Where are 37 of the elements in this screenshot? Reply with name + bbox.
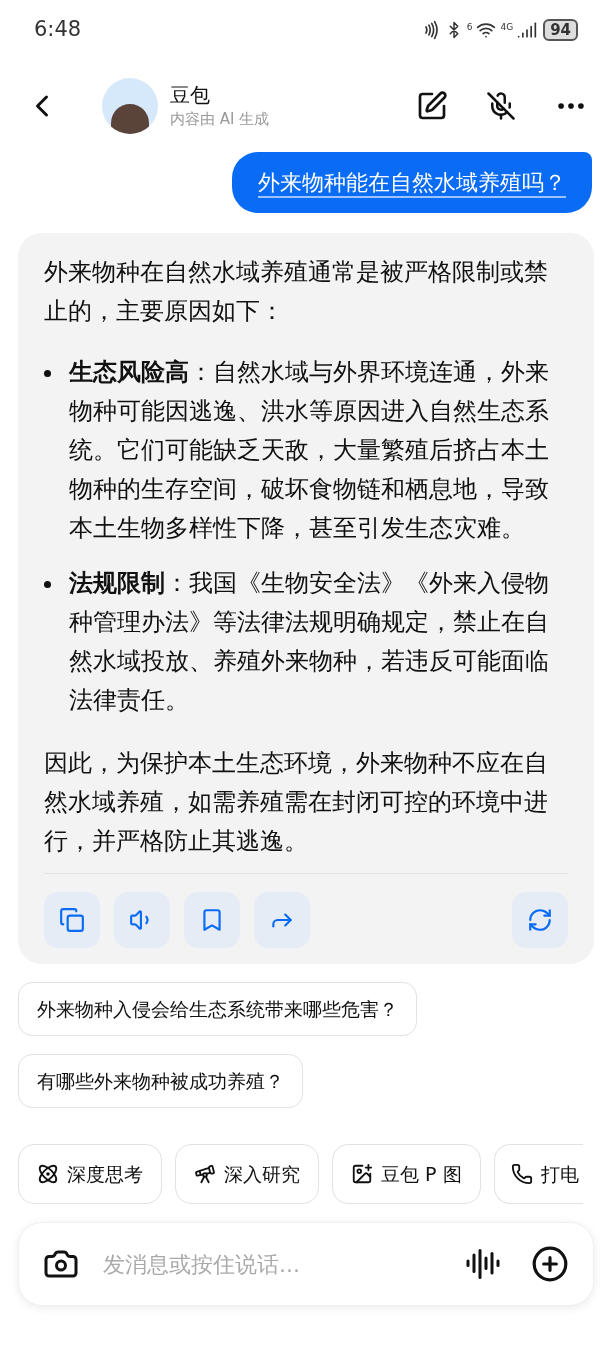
phone-icon — [510, 1163, 533, 1185]
suggestion-chip[interactable]: 外来物种入侵会给生态系统带来哪些危害？ — [18, 982, 417, 1036]
suggestion-chip[interactable]: 有哪些外来物种被成功养殖？ — [18, 1054, 303, 1108]
edit-icon[interactable] — [416, 90, 448, 122]
refresh-icon — [527, 907, 553, 933]
tool-chip[interactable]: 打电 — [493, 1144, 583, 1204]
wifi-generation-label: 6 — [466, 21, 473, 34]
telescope-icon — [194, 1163, 216, 1185]
ai-disclaimer: 内容由 AI 生成 — [170, 108, 270, 130]
avatar — [102, 78, 158, 134]
tool-chip[interactable]: 深入研究 — [175, 1144, 319, 1204]
speaker-button[interactable] — [114, 892, 170, 948]
wifi-icon — [476, 20, 497, 40]
signal-icon — [517, 20, 538, 40]
image-edit-icon — [351, 1163, 373, 1185]
reply-bullet: 法规限制：我国《生物安全法》《外来入侵物种管理办法》等法律法规明确规定，禁止在自然水域投放、养殖外来物种，若违反可能面临法律责任。 — [68, 568, 550, 716]
network-type: 4G — [500, 21, 514, 34]
status-time: 6:48 — [34, 16, 82, 44]
copy-icon — [59, 907, 85, 933]
add-icon[interactable] — [531, 1245, 569, 1283]
voice-icon[interactable] — [465, 1246, 501, 1282]
atom-icon — [37, 1163, 59, 1185]
share-button[interactable] — [254, 892, 310, 948]
tool-chip[interactable]: 豆包 P 图 — [332, 1144, 481, 1204]
reply-bullet: 生态风险高：自然水域与外界环境连通，外来物种可能因逃逸、洪水等原因进入自然生态系统。它们可能缺乏天敌，大量繁殖后挤占本土物种的生存空间，破坏食物链和栖息地，导致本土生物多样性下降，甚至引发生态灾难。 — [67, 357, 550, 544]
battery-level: 94 — [543, 19, 578, 41]
message-input[interactable]: 发消息或按住说话... — [18, 1222, 594, 1306]
copy-button[interactable] — [44, 892, 100, 948]
mute-icon[interactable] — [486, 91, 516, 121]
user-message: 外来物种能在自然水域养殖吗？ — [232, 152, 592, 213]
reply-conclusion: 因此，为保护本土生态环境，外来物种不应在自然水域养殖，如需养殖需在封闭可控的环境中进行，并严格防止其逃逸。 — [44, 748, 549, 857]
tool-chip[interactable]: 深度思考 — [18, 1144, 162, 1204]
bot-name: 豆包 — [170, 81, 211, 108]
bookmark-button[interactable] — [184, 892, 240, 948]
message-field[interactable]: 发消息或按住说话... — [103, 1247, 455, 1281]
reply-intro: 外来物种在自然水域养殖通常是被严格限制或禁止的，主要原因如下： — [44, 257, 549, 327]
regenerate-button[interactable] — [512, 892, 568, 948]
